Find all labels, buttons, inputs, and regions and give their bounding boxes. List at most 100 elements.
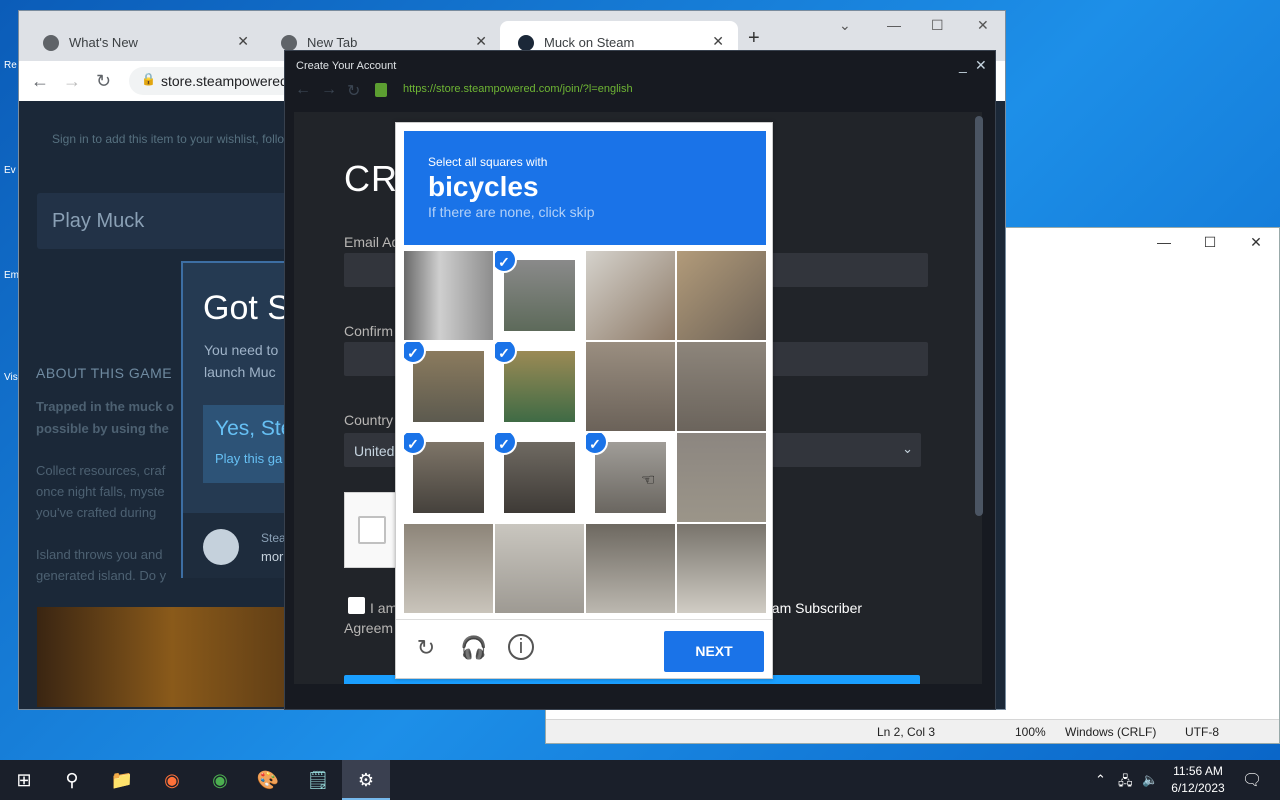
description-line: you've crafted during bbox=[36, 505, 157, 520]
tab-title: What's New bbox=[69, 35, 138, 50]
chrome-icon bbox=[43, 35, 59, 51]
hint-text: If there are none, click skip bbox=[428, 204, 595, 220]
close-icon[interactable]: ✕ bbox=[975, 57, 987, 74]
close-icon[interactable]: ✕ bbox=[712, 33, 724, 50]
email-label: Email Ad bbox=[344, 234, 400, 250]
tile-image bbox=[586, 342, 675, 431]
description-line: Island throws you and bbox=[36, 547, 163, 562]
network-icon[interactable]: 🖧 bbox=[1118, 772, 1133, 794]
captcha-tile[interactable] bbox=[586, 524, 675, 613]
reload-icon[interactable]: ↻ bbox=[96, 71, 111, 92]
footer-text-1: Stea bbox=[261, 531, 286, 545]
tile-image bbox=[504, 351, 575, 422]
minimize-icon[interactable]: — bbox=[1141, 228, 1187, 256]
about-heading: ABOUT THIS GAME bbox=[36, 365, 173, 381]
tile-image bbox=[586, 524, 675, 613]
notification-icon[interactable]: 🗨 bbox=[1242, 770, 1262, 790]
country-value: United bbox=[354, 443, 395, 459]
forward-icon[interactable]: → bbox=[321, 81, 337, 99]
captcha-tile[interactable] bbox=[677, 342, 766, 431]
captcha-tile[interactable] bbox=[677, 251, 766, 340]
info-icon[interactable]: i bbox=[508, 634, 534, 660]
tile-image bbox=[595, 442, 666, 513]
yes-label: Yes, Ste bbox=[215, 417, 293, 440]
captcha-tile[interactable] bbox=[677, 433, 766, 522]
windows-start-icon[interactable]: ⊞ bbox=[0, 760, 48, 800]
close-icon[interactable]: ✕ bbox=[1233, 228, 1279, 256]
minimize-icon[interactable]: _ bbox=[959, 57, 967, 73]
system-clock[interactable]: 11:56 AM 6/12/2023 bbox=[1160, 763, 1236, 797]
description-line: once night falls, myste bbox=[36, 484, 165, 499]
reload-icon[interactable]: ↻ bbox=[347, 81, 360, 101]
tile-image bbox=[677, 251, 766, 340]
tile-image bbox=[677, 524, 766, 613]
notepad-caption-buttons: — ☐ ✕ bbox=[1141, 228, 1279, 256]
back-icon[interactable]: ← bbox=[295, 81, 311, 99]
headphones-icon[interactable]: 🎧 bbox=[460, 634, 488, 662]
steam-icon[interactable]: ⚙ bbox=[342, 760, 390, 800]
minimize-icon[interactable]: — bbox=[887, 17, 901, 33]
recaptcha-challenge: Select all squares with bicycles If ther… bbox=[395, 122, 773, 679]
recaptcha-checkbox[interactable] bbox=[358, 516, 386, 544]
file-explorer-icon[interactable]: 📁 bbox=[98, 760, 146, 800]
description-line: Collect resources, craf bbox=[36, 463, 166, 478]
description-line: Trapped in the muck o bbox=[36, 399, 174, 414]
captcha-tile[interactable]: ✓ bbox=[495, 251, 584, 340]
challenge-header: Select all squares with bicycles If ther… bbox=[404, 131, 766, 245]
captcha-tile[interactable] bbox=[404, 251, 493, 340]
firefox-icon[interactable]: ◉ bbox=[148, 760, 196, 800]
close-icon[interactable]: ✕ bbox=[237, 33, 249, 50]
maximize-icon[interactable]: ☐ bbox=[931, 17, 944, 34]
tab-title: New Tab bbox=[307, 35, 358, 50]
clock-time: 11:56 AM bbox=[1173, 764, 1223, 778]
recaptcha-checkbox-widget[interactable] bbox=[344, 492, 400, 568]
search-icon[interactable]: ⚲ bbox=[48, 760, 96, 800]
tile-image bbox=[495, 524, 584, 613]
confirm-label: Confirm bbox=[344, 323, 394, 339]
agreement-text: I am bbox=[370, 600, 398, 616]
cursor-position: Ln 2, Col 3 bbox=[877, 725, 936, 739]
captcha-tile[interactable]: ✓ bbox=[404, 342, 493, 431]
next-button[interactable]: NEXT bbox=[664, 631, 764, 672]
reload-icon[interactable]: ↻ bbox=[412, 634, 440, 662]
target-object: bicycles bbox=[428, 171, 539, 202]
country-label: Country bbox=[344, 412, 394, 428]
tile-image bbox=[413, 351, 484, 422]
close-icon[interactable]: ✕ bbox=[977, 17, 989, 34]
subscriber-agreement-link[interactable]: eam Subscriber bbox=[764, 600, 862, 616]
maximize-icon[interactable]: ☐ bbox=[1187, 228, 1233, 256]
back-icon[interactable]: ← bbox=[31, 71, 49, 92]
forward-icon[interactable]: → bbox=[63, 71, 81, 92]
footer-text-2[interactable]: mor bbox=[261, 549, 283, 564]
challenge-footer: ↻ 🎧 i NEXT bbox=[396, 619, 772, 679]
captcha-tile[interactable] bbox=[495, 524, 584, 613]
signin-notice[interactable]: Sign in to add this item to your wishlis… bbox=[52, 132, 284, 146]
notepad-icon[interactable]: 🗒 bbox=[294, 760, 342, 800]
paint-icon[interactable]: 🎨 bbox=[244, 760, 292, 800]
captcha-tile[interactable] bbox=[404, 524, 493, 613]
scrollbar[interactable] bbox=[975, 116, 983, 516]
captcha-tile[interactable]: ✓ bbox=[586, 433, 675, 522]
lock-icon bbox=[375, 83, 387, 97]
volume-icon[interactable]: 🔈 bbox=[1142, 772, 1158, 788]
tile-image bbox=[504, 442, 575, 513]
chevron-up-icon[interactable]: ⌃ bbox=[1095, 772, 1106, 788]
notepad-status-bar: Ln 2, Col 3 100% Windows (CRLF) UTF-8 bbox=[546, 719, 1279, 743]
agreement-checkbox[interactable] bbox=[348, 597, 365, 614]
captcha-tile[interactable]: ✓ bbox=[495, 433, 584, 522]
clock-date: 6/12/2023 bbox=[1171, 781, 1225, 795]
captcha-tile[interactable] bbox=[586, 251, 675, 340]
tile-image bbox=[504, 260, 575, 331]
tab-whats-new[interactable]: What's New ✕ bbox=[25, 21, 263, 61]
new-tab-icon[interactable]: + bbox=[748, 27, 760, 50]
captcha-tile[interactable] bbox=[677, 524, 766, 613]
captcha-tile[interactable] bbox=[586, 342, 675, 431]
close-icon[interactable]: ✕ bbox=[475, 33, 487, 50]
captcha-tile[interactable]: ✓ bbox=[495, 342, 584, 431]
encoding: UTF-8 bbox=[1185, 725, 1219, 739]
captcha-tile[interactable]: ✓ bbox=[404, 433, 493, 522]
page-url: https://store.steampowered.com/join/?l=e… bbox=[403, 83, 633, 95]
steam-logo-icon bbox=[203, 529, 239, 565]
chevron-down-icon[interactable]: ⌄ bbox=[839, 17, 851, 34]
chrome-icon[interactable]: ◉ bbox=[196, 760, 244, 800]
